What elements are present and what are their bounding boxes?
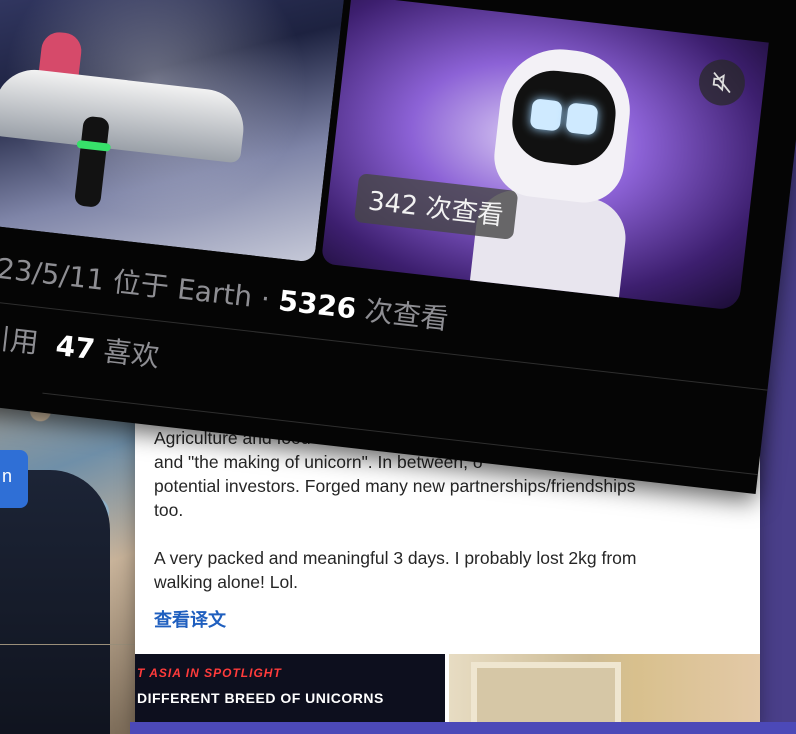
background-chip-text: n [2,466,13,486]
quotes-label[interactable]: 引用 [0,321,40,360]
accent-bar [130,722,796,734]
background-person [0,470,110,734]
news-tag: T ASIA IN SPOTLIGHT [137,666,282,680]
tweet-video-robot[interactable]: 342 次查看 [320,0,769,311]
likes-label[interactable]: 喜欢 [102,334,161,373]
see-translation-link[interactable]: 查看译文 [154,606,226,632]
total-views-label: 次查看 [363,293,451,337]
robot-face [508,66,620,170]
muted-speaker-icon[interactable] [696,57,748,109]
likes-count[interactable]: 47 [54,329,96,366]
tweet-photo-air-taxi[interactable] [0,0,345,263]
robot-eye-left [529,98,563,132]
total-views-count: 5326 [276,283,358,326]
robot-eye-right [565,102,599,136]
post-paragraph-2: A very packed and meaningful 3 days. I p… [154,548,637,592]
meta-separator: · [259,281,272,316]
photo-vehicle [0,65,248,164]
tweet-screenshot: 342 次查看 2023/5/11 位于 Earth · 5326 次查看 推 … [0,0,796,495]
background-divider [0,644,135,645]
location-prefix: 位于 [111,265,171,305]
tweet-date: 2023/5/11 [0,247,107,297]
background-blue-button: n [0,450,28,508]
video-views-badge: 342 次查看 [353,173,519,240]
robot-head [490,42,637,207]
news-headline: DIFFERENT BREED OF UNICORNS [137,690,384,706]
tweet-location[interactable]: Earth [176,272,254,313]
